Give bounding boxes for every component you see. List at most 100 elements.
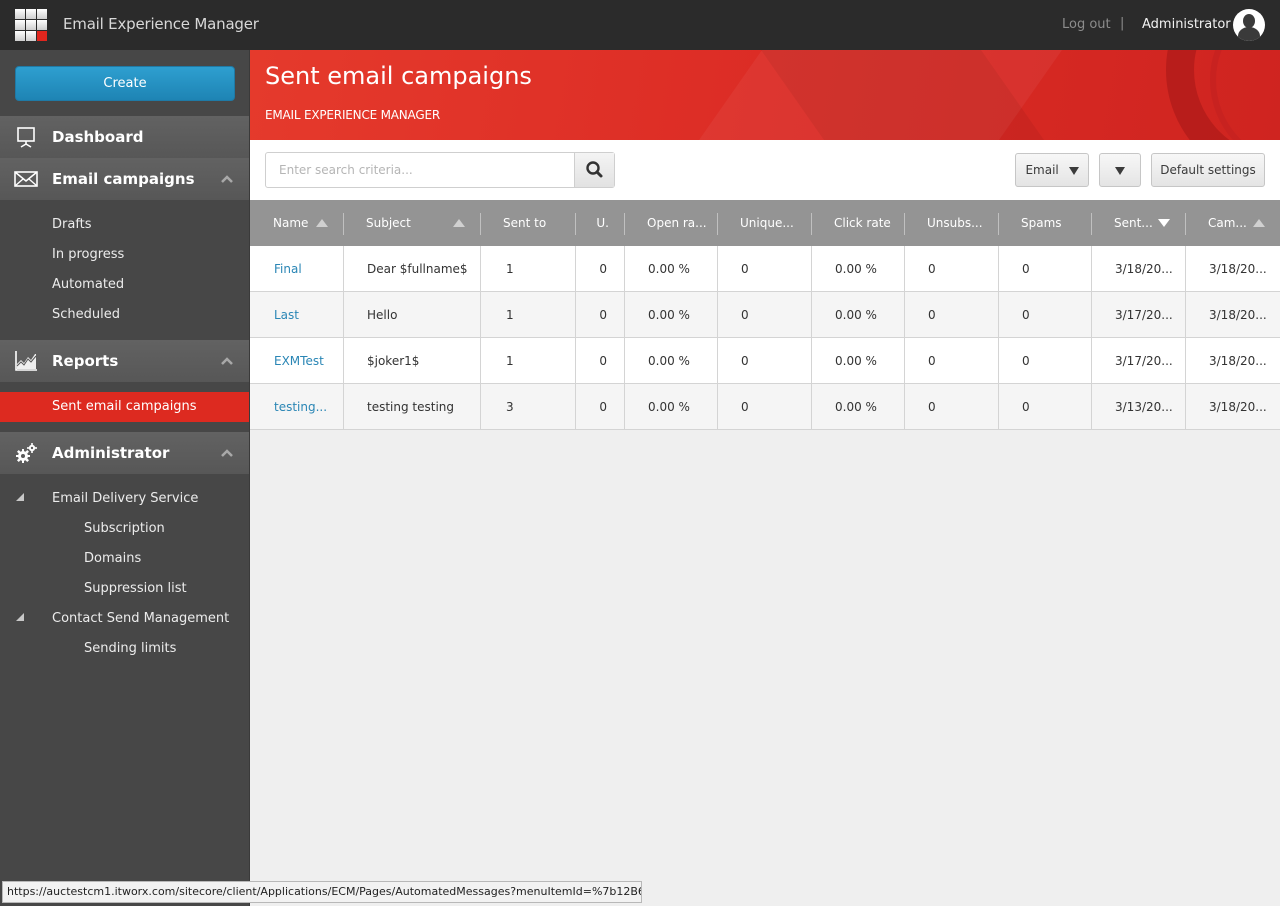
column-header-unsubs[interactable]: Unsubs... [927, 200, 983, 246]
sidebar-item-in-progress[interactable]: In progress [0, 240, 249, 270]
sort-ascending-icon[interactable] [316, 219, 328, 227]
column-resize-handle[interactable] [1091, 213, 1092, 235]
column-header-u[interactable]: U. [596, 200, 609, 246]
table-cell: 3/18/20... [1115, 262, 1173, 276]
cell-divider [998, 384, 999, 430]
cell-divider [480, 384, 481, 430]
header-separator: | [1120, 16, 1125, 31]
table-row[interactable]: EXMTest $joker1$ 1 0 0.00 % 0 0.00 % 0 0 3/17/20.… [250, 338, 1280, 384]
cell-divider [624, 292, 625, 338]
browser-status-url: https://auctestcm1.itworx.com/sitecore/c… [2, 881, 642, 903]
column-resize-handle[interactable] [575, 213, 576, 235]
default-settings-button[interactable]: Default settings [1151, 153, 1265, 187]
sidebar-group-contact-send-management[interactable]: Contact Send Management [0, 604, 249, 634]
user-avatar-icon[interactable] [1233, 9, 1265, 41]
sidebar-item-suppression-list[interactable]: Suppression list [0, 574, 249, 604]
sidebar-item-scheduled[interactable]: Scheduled [0, 300, 249, 330]
column-header-cam[interactable]: Cam... [1208, 200, 1247, 246]
sidebar-item-subscription[interactable]: Subscription [0, 514, 249, 544]
cell-divider [343, 246, 344, 292]
sidebar-item-label: Suppression list [84, 581, 187, 596]
campaign-name-link[interactable]: Last [274, 292, 299, 338]
cell-divider [343, 384, 344, 430]
table-cell: 0.00 % [648, 262, 690, 276]
sort-descending-icon[interactable] [1158, 219, 1170, 227]
campaign-name-link[interactable]: Final [274, 246, 302, 292]
cell-divider [480, 338, 481, 384]
sidebar-item-sending-limits[interactable]: Sending limits [0, 634, 249, 664]
column-header-unique[interactable]: Unique... [740, 200, 794, 246]
chevron-up-icon[interactable] [221, 174, 233, 184]
email-type-dropdown[interactable]: Email [1015, 153, 1089, 187]
column-resize-handle[interactable] [998, 213, 999, 235]
options-dropdown-button[interactable] [1099, 153, 1141, 187]
column-resize-handle[interactable] [717, 213, 718, 235]
app-logo-icon[interactable] [15, 9, 48, 42]
column-header-name[interactable]: Name [273, 200, 308, 246]
top-bar: Email Experience Manager Log out | Admin… [0, 0, 1280, 50]
column-resize-handle[interactable] [624, 213, 625, 235]
cell-divider [1185, 384, 1186, 430]
column-header-subject[interactable]: Subject [366, 200, 411, 246]
search-input[interactable] [266, 153, 574, 187]
table-cell: 0 [599, 354, 607, 368]
table-row[interactable]: Last Hello 1 0 0.00 % 0 0.00 % 0 0 3/17/20... 3/18… [250, 292, 1280, 338]
sidebar-item-automated[interactable]: Automated [0, 270, 249, 300]
expand-triangle-icon[interactable] [16, 493, 24, 501]
table-cell: 0.00 % [835, 400, 877, 414]
sort-ascending-icon[interactable] [453, 219, 465, 227]
chevron-up-icon[interactable] [221, 448, 233, 458]
cell-divider [575, 246, 576, 292]
search-box [265, 152, 615, 188]
chevron-up-icon[interactable] [221, 356, 233, 366]
sidebar-section-administrator[interactable]: Administrator [0, 432, 249, 474]
table-row[interactable]: Final Dear $fullname$ 1 0 0.00 % 0 0.00 % 0 0 3/1… [250, 246, 1280, 292]
campaign-name-link[interactable]: EXMTest [274, 338, 324, 384]
sidebar-group-email-delivery-service[interactable]: Email Delivery Service [0, 484, 249, 514]
column-resize-handle[interactable] [811, 213, 812, 235]
table-cell: 0.00 % [835, 262, 877, 276]
column-resize-handle[interactable] [1185, 213, 1186, 235]
cell-divider [717, 246, 718, 292]
table-header: Name Subject Sent to U. Open ra... Unique... C… [250, 200, 1280, 246]
cell-divider [717, 292, 718, 338]
table-cell: 3/18/20... [1209, 400, 1267, 414]
expand-triangle-icon[interactable] [16, 613, 24, 621]
column-resize-handle[interactable] [480, 213, 481, 235]
campaign-name-link[interactable]: testing... [274, 384, 327, 430]
sidebar-item-sent-email-campaigns[interactable]: Sent email campaigns [0, 392, 249, 422]
cell-divider [998, 292, 999, 338]
create-button[interactable]: Create [15, 66, 235, 101]
cell-divider [624, 338, 625, 384]
cell-divider [717, 338, 718, 384]
column-header-sent[interactable]: Sent... [1114, 200, 1153, 246]
username[interactable]: Administrator [1142, 17, 1231, 32]
table-cell: 0 [928, 308, 936, 322]
sidebar-section-label: Reports [52, 352, 119, 370]
column-resize-handle[interactable] [904, 213, 905, 235]
table-body: Final Dear $fullname$ 1 0 0.00 % 0 0.00 % 0 0 3/1… [250, 246, 1280, 430]
column-header-spams[interactable]: Spams [1021, 200, 1062, 246]
cell-divider [1185, 246, 1186, 292]
sidebar-item-domains[interactable]: Domains [0, 544, 249, 574]
table-cell: 0 [928, 262, 936, 276]
sidebar-section-email-campaigns[interactable]: Email campaigns [0, 158, 249, 200]
column-header-sent-to[interactable]: Sent to [503, 200, 546, 246]
table-cell: 0.00 % [648, 308, 690, 322]
sidebar-section-label: Administrator [52, 444, 170, 462]
sidebar-item-drafts[interactable]: Drafts [0, 210, 249, 240]
search-button[interactable] [574, 153, 614, 187]
table-row[interactable]: testing... testing testing 3 0 0.00 % 0 0.00 %… [250, 384, 1280, 430]
column-header-click-rate[interactable]: Click rate [834, 200, 891, 246]
sidebar-section-reports[interactable]: Reports [0, 340, 249, 382]
cell-divider [1185, 338, 1186, 384]
sidebar-section-label: Email campaigns [52, 170, 195, 188]
cell-divider [904, 384, 905, 430]
sort-ascending-icon[interactable] [1253, 219, 1265, 227]
logout-link[interactable]: Log out [1062, 17, 1111, 32]
page-title: Sent email campaigns [265, 62, 532, 90]
column-resize-handle[interactable] [343, 213, 344, 235]
sidebar-section-dashboard[interactable]: Dashboard [0, 116, 249, 158]
column-header-open-ra[interactable]: Open ra... [647, 200, 707, 246]
sidebar: Create Dashboard Email campaigns Drafts … [0, 50, 250, 906]
